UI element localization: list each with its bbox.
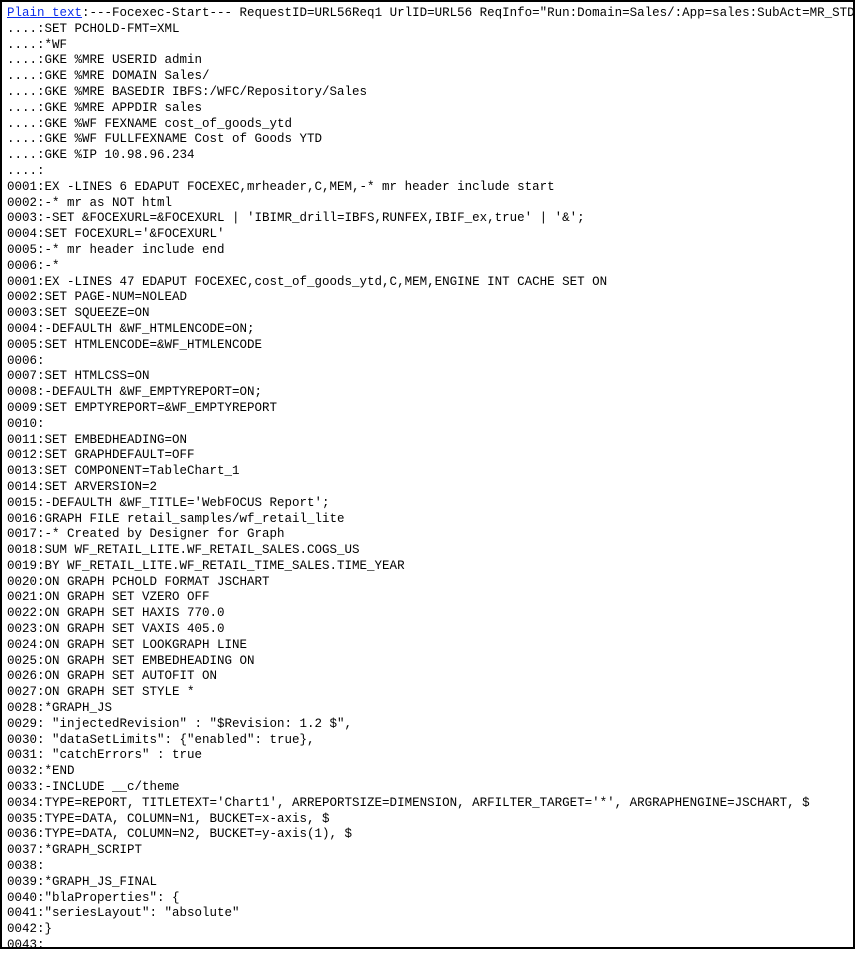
log-line: 0004:SET FOCEXURL='&FOCEXURL': [7, 227, 848, 243]
log-line: 0030: "dataSetLimits": {"enabled": true}…: [7, 733, 848, 749]
log-line: 0010:: [7, 417, 848, 433]
log-line: 0032:*END: [7, 764, 848, 780]
log-line: 0041:"seriesLayout": "absolute": [7, 906, 848, 922]
header-text: :---Focexec-Start--- RequestID=URL56Req1…: [82, 6, 855, 20]
log-line: 0017:-* Created by Designer for Graph: [7, 527, 848, 543]
log-line: 0038:: [7, 859, 848, 875]
log-line: 0002:-* mr as NOT html: [7, 196, 848, 212]
log-line: 0037:*GRAPH_SCRIPT: [7, 843, 848, 859]
log-line: 0019:BY WF_RETAIL_LITE.WF_RETAIL_TIME_SA…: [7, 559, 848, 575]
log-line: 0009:SET EMPTYREPORT=&WF_EMPTYREPORT: [7, 401, 848, 417]
log-line: 0023:ON GRAPH SET VAXIS 405.0: [7, 622, 848, 638]
log-line: 0028:*GRAPH_JS: [7, 701, 848, 717]
trace-log-content: Plain text:---Focexec-Start--- RequestID…: [2, 2, 853, 949]
log-line: 0004:-DEFAULTH &WF_HTMLENCODE=ON;: [7, 322, 848, 338]
header-line: Plain text:---Focexec-Start--- RequestID…: [7, 6, 848, 22]
log-line: 0012:SET GRAPHDEFAULT=OFF: [7, 448, 848, 464]
log-line: 0033:-INCLUDE __c/theme: [7, 780, 848, 796]
log-line: 0001:EX -LINES 47 EDAPUT FOCEXEC,cost_of…: [7, 275, 848, 291]
log-line: ....:SET PCHOLD-FMT=XML: [7, 22, 848, 38]
log-line: 0007:SET HTMLCSS=ON: [7, 369, 848, 385]
log-line: 0018:SUM WF_RETAIL_LITE.WF_RETAIL_SALES.…: [7, 543, 848, 559]
log-line: 0003:SET SQUEEZE=ON: [7, 306, 848, 322]
log-line: 0003:-SET &FOCEXURL=&FOCEXURL | 'IBIMR_d…: [7, 211, 848, 227]
log-line: ....:GKE %WF FULLFEXNAME Cost of Goods Y…: [7, 132, 848, 148]
log-line: 0043:: [7, 938, 848, 949]
log-line: 0001:EX -LINES 6 EDAPUT FOCEXEC,mrheader…: [7, 180, 848, 196]
log-line: 0011:SET EMBEDHEADING=ON: [7, 433, 848, 449]
log-line: 0036:TYPE=DATA, COLUMN=N2, BUCKET=y-axis…: [7, 827, 848, 843]
log-line: ....:*WF: [7, 38, 848, 54]
log-line: ....:GKE %MRE APPDIR sales: [7, 101, 848, 117]
log-line: 0005:SET HTMLENCODE=&WF_HTMLENCODE: [7, 338, 848, 354]
log-line: 0025:ON GRAPH SET EMBEDHEADING ON: [7, 654, 848, 670]
log-line: 0040:"blaProperties": {: [7, 891, 848, 907]
trace-log-frame: Plain text:---Focexec-Start--- RequestID…: [0, 0, 855, 949]
log-line: ....:GKE %MRE USERID admin: [7, 53, 848, 69]
log-line: 0026:ON GRAPH SET AUTOFIT ON: [7, 669, 848, 685]
log-line: 0002:SET PAGE-NUM=NOLEAD: [7, 290, 848, 306]
log-line: 0042:}: [7, 922, 848, 938]
log-line: 0015:-DEFAULTH &WF_TITLE='WebFOCUS Repor…: [7, 496, 848, 512]
log-line: 0039:*GRAPH_JS_FINAL: [7, 875, 848, 891]
log-line: 0034:TYPE=REPORT, TITLETEXT='Chart1', AR…: [7, 796, 848, 812]
log-line: ....:GKE %WF FEXNAME cost_of_goods_ytd: [7, 117, 848, 133]
log-line: 0021:ON GRAPH SET VZERO OFF: [7, 590, 848, 606]
log-line: 0006:-*: [7, 259, 848, 275]
log-line: ....:GKE %IP 10.98.96.234: [7, 148, 848, 164]
log-line: 0035:TYPE=DATA, COLUMN=N1, BUCKET=x-axis…: [7, 812, 848, 828]
log-line: 0020:ON GRAPH PCHOLD FORMAT JSCHART: [7, 575, 848, 591]
log-line: 0014:SET ARVERSION=2: [7, 480, 848, 496]
log-line: 0005:-* mr header include end: [7, 243, 848, 259]
log-line: 0022:ON GRAPH SET HAXIS 770.0: [7, 606, 848, 622]
log-line: 0013:SET COMPONENT=TableChart_1: [7, 464, 848, 480]
log-line: 0016:GRAPH FILE retail_samples/wf_retail…: [7, 512, 848, 528]
log-line: 0008:-DEFAULTH &WF_EMPTYREPORT=ON;: [7, 385, 848, 401]
log-line: 0006:: [7, 354, 848, 370]
log-line: 0024:ON GRAPH SET LOOKGRAPH LINE: [7, 638, 848, 654]
log-line: ....:GKE %MRE BASEDIR IBFS:/WFC/Reposito…: [7, 85, 848, 101]
log-line: 0031: "catchErrors" : true: [7, 748, 848, 764]
log-line: ....:: [7, 164, 848, 180]
plain-text-link[interactable]: Plain text: [7, 6, 82, 20]
log-line: 0029: "injectedRevision" : "$Revision: 1…: [7, 717, 848, 733]
log-line: 0027:ON GRAPH SET STYLE *: [7, 685, 848, 701]
log-line: ....:GKE %MRE DOMAIN Sales/: [7, 69, 848, 85]
